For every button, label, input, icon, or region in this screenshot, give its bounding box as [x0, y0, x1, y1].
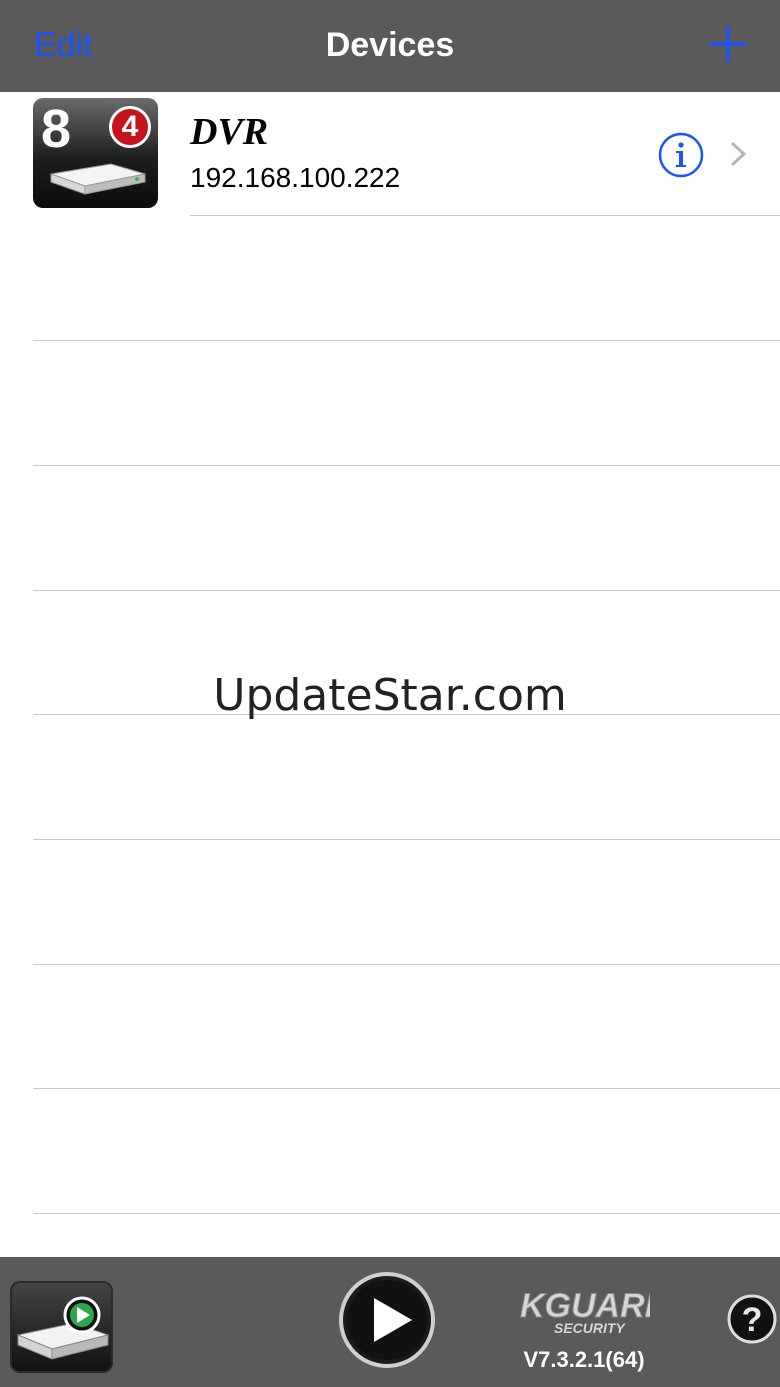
dvr-device-icon: 8 4 — [33, 98, 158, 208]
row-divider — [33, 465, 780, 466]
row-divider — [33, 1088, 780, 1089]
row-divider — [33, 964, 780, 965]
kguard-logo: KGUARD SECURITY — [520, 1287, 651, 1337]
help-icon: ? — [742, 1301, 763, 1339]
channel-badge: 4 — [109, 106, 151, 148]
channel-count: 8 — [41, 99, 72, 159]
row-divider — [33, 1213, 780, 1214]
bottom-toolbar: KGUARD SECURITY V7.3.2.1(64) ? — [0, 1257, 780, 1387]
svg-text:SECURITY: SECURITY — [554, 1320, 626, 1336]
row-divider — [33, 839, 780, 840]
row-divider — [33, 590, 780, 591]
device-name: DVR — [190, 111, 269, 153]
dvr-box-icon — [50, 163, 146, 195]
play-button[interactable] — [338, 1271, 436, 1369]
watermark: UpdateStar.com — [213, 670, 567, 721]
row-divider — [190, 215, 780, 216]
navigation-bar: Edit Devices — [0, 0, 780, 92]
device-row[interactable]: 8 4 DVR 192.168.100.222 — [0, 92, 780, 216]
dvr-play-icon — [16, 1296, 110, 1360]
dvr-play-button[interactable] — [10, 1281, 113, 1373]
device-ip: 192.168.100.222 — [190, 162, 401, 193]
add-device-button[interactable] — [708, 24, 748, 64]
row-divider — [33, 340, 780, 341]
app-version: V7.3.2.1(64) — [523, 1347, 645, 1372]
help-button[interactable]: ? — [726, 1293, 778, 1345]
chevron-right-icon[interactable] — [728, 140, 748, 168]
info-icon[interactable] — [658, 132, 704, 178]
page-title: Devices — [325, 26, 455, 64]
